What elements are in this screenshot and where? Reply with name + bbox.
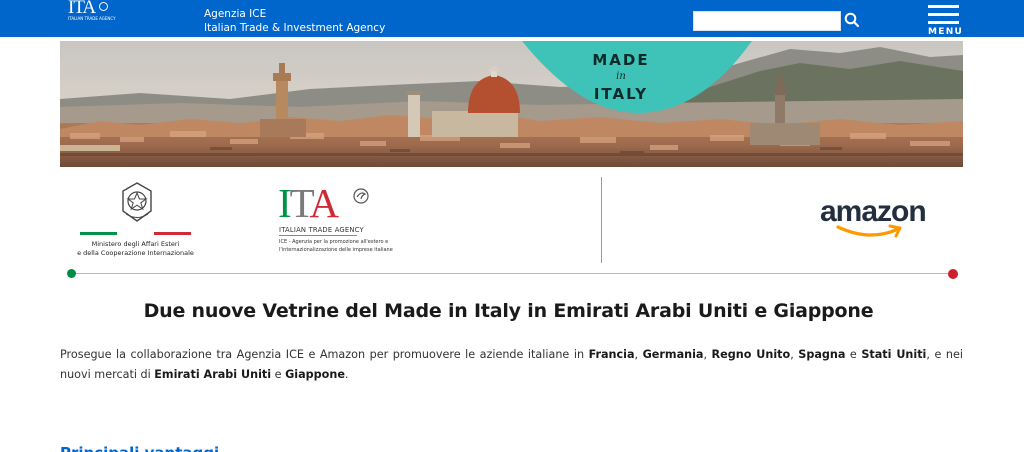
- florence-skyline-image: MADE in ITALY: [60, 41, 963, 167]
- ita-swirl-mark-icon: [353, 188, 369, 204]
- country-stati-uniti: Stati Uniti: [861, 348, 927, 361]
- menu-button[interactable]: MENU: [924, 4, 962, 37]
- separator-green-dot: [67, 269, 76, 278]
- partner-logos-strip: Ministero degli Affari Esteri e della Co…: [60, 172, 963, 280]
- separator-red-dot: [948, 269, 958, 279]
- ita-letter-i: I: [278, 180, 292, 226]
- amazon-smile-arrow-icon: [836, 224, 902, 238]
- ita-letter-t: T: [289, 180, 312, 226]
- separator: e: [845, 348, 862, 361]
- ita-rule-divider: [279, 235, 357, 236]
- italian-flag-line: [80, 232, 191, 235]
- country-francia: Francia: [588, 348, 635, 361]
- tricolor-separator-line: [72, 273, 952, 274]
- ita-agency-name: ITALIAN TRADE AGENCY: [279, 226, 364, 234]
- ministry-line1: Ministero degli Affari Esteri: [91, 240, 180, 248]
- ita-letter-a: A: [309, 180, 339, 226]
- hero-banner: MADE in ITALY: [60, 41, 963, 167]
- country-regno-unito: Regno Unito: [711, 348, 791, 361]
- amazon-logo: amazon: [820, 194, 944, 240]
- country-emirati-arabi-uniti: Emirati Arabi Uniti: [154, 368, 272, 381]
- page-title: Due nuove Vetrine del Made in Italy in E…: [143, 300, 874, 322]
- agency-name-line2: Italian Trade & Investment Agency: [204, 21, 386, 34]
- search-input[interactable]: [693, 11, 841, 31]
- ita-logo-subtext: ITALIAN TRADE AGENCY: [68, 16, 116, 21]
- section-heading-vantaggi: Principali vantaggi: [60, 444, 219, 452]
- intro-paragraph: Prosegue la collaborazione tra Agenzia I…: [60, 345, 963, 385]
- separator: ,: [703, 348, 712, 361]
- made-in-italy-badge-line2: in: [616, 71, 626, 82]
- separator: e: [271, 368, 286, 381]
- ministry-name: Ministero degli Affari Esteri e della Co…: [60, 240, 211, 258]
- ministry-line2: e della Cooperazione Internazionale: [77, 249, 194, 257]
- agency-name-line1: Agenzia ICE: [204, 8, 267, 20]
- partner-divider: [601, 177, 602, 263]
- country-spagna: Spagna: [798, 348, 846, 361]
- italian-republic-emblem-icon: [122, 182, 152, 222]
- country-giappone: Giappone: [285, 368, 345, 381]
- hamburger-icon-bar: [928, 13, 959, 16]
- hamburger-icon: [928, 5, 959, 8]
- sentence-end: .: [344, 368, 349, 381]
- top-header-bar: ITA ITALIAN TRADE AGENCY Agenzia ICE Ita…: [0, 0, 1024, 37]
- ita-trade-agency-logo: ITA: [278, 180, 408, 226]
- ita-header-logo[interactable]: ITA ITALIAN TRADE AGENCY: [66, 0, 116, 24]
- hamburger-icon-bar: [928, 21, 959, 24]
- country-germania: Germania: [642, 348, 704, 361]
- ita-logo-letters: ITA: [278, 179, 339, 227]
- made-in-italy-badge-line1: MADE: [592, 51, 649, 69]
- menu-label: MENU: [928, 27, 964, 37]
- intro-text: Prosegue la collaborazione tra Agenzia I…: [60, 348, 589, 361]
- separator: ,: [634, 348, 643, 361]
- search-icon[interactable]: [843, 11, 861, 29]
- ita-agency-description: ICE - Agenzia per la promozione all'este…: [279, 239, 393, 253]
- ita-logo-mark-icon: [99, 2, 108, 11]
- made-in-italy-badge-line3: ITALY: [594, 85, 648, 103]
- agency-name: Agenzia ICE Italian Trade & Investment A…: [204, 8, 385, 35]
